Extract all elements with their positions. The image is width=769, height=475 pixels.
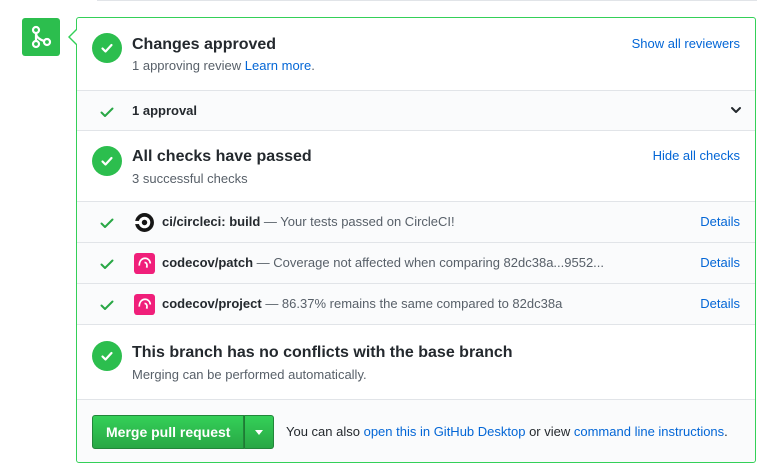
check-detail-text: — Coverage not affected when comparing 8… (253, 255, 605, 270)
checks-section: All checks have passed 3 successful chec… (77, 130, 755, 201)
chevron-down-icon[interactable] (729, 103, 743, 117)
triangle-down-icon (255, 429, 264, 435)
approvals-count: 1 approval (132, 103, 198, 118)
git-merge-badge (22, 18, 60, 56)
open-in-desktop-link[interactable]: open this in GitHub Desktop (364, 424, 526, 439)
check-description: ci/circleci: build — Your tests passed o… (162, 214, 455, 229)
merge-button-group: Merge pull request (92, 415, 275, 449)
git-merge-icon (31, 25, 52, 49)
check-row: codecov/project — 86.37% remains the sam… (77, 283, 755, 324)
hide-all-checks-link[interactable]: Hide all checks (653, 148, 740, 163)
show-all-reviewers-link[interactable]: Show all reviewers (632, 36, 740, 51)
circleci-icon (134, 213, 154, 232)
details-link[interactable]: Details (700, 214, 740, 229)
codecov-icon (134, 294, 155, 315)
details-link[interactable]: Details (700, 296, 740, 311)
checks-subtitle: 3 successful checks (132, 171, 248, 186)
codecov-icon (134, 253, 155, 274)
note-middle: or view (525, 424, 574, 439)
check-detail-text: — 86.37% remains the same compared to 82… (261, 296, 563, 311)
check-description: codecov/patch — Coverage not affected wh… (162, 255, 604, 270)
approved-subtitle-end: . (311, 58, 315, 73)
check-name: ci/circleci: build (162, 214, 261, 229)
merge-method-dropdown-button[interactable] (244, 415, 275, 449)
merge-alternatives-note: You can also open this in GitHub Desktop… (286, 424, 728, 439)
note-end: . (724, 424, 728, 439)
approval-section: Changes approved 1 approving review Lear… (77, 18, 755, 90)
approvals-row[interactable]: 1 approval (77, 90, 755, 130)
check-row: codecov/patch — Coverage not affected wh… (77, 242, 755, 283)
command-line-instructions-link[interactable]: command line instructions (574, 424, 724, 439)
merge-actions: Merge pull request You can also open thi… (77, 399, 755, 462)
check-icon (100, 300, 114, 310)
approved-check-icon (92, 33, 122, 63)
approved-subtitle-text: 1 approving review (132, 58, 242, 73)
conflicts-title: This branch has no conflicts with the ba… (132, 344, 513, 361)
approved-subtitle: 1 approving review Learn more. (132, 58, 315, 73)
check-row: ci/circleci: build — Your tests passed o… (77, 201, 755, 242)
learn-more-link[interactable]: Learn more (245, 58, 311, 73)
check-icon (100, 218, 114, 228)
conflicts-subtitle: Merging can be performed automatically. (132, 367, 367, 382)
check-icon (100, 107, 114, 117)
no-conflicts-check-icon (92, 341, 122, 371)
check-detail-text: — Your tests passed on CircleCI! (260, 214, 455, 229)
checks-passed-icon (92, 146, 122, 176)
conflicts-section: This branch has no conflicts with the ba… (77, 324, 755, 399)
check-description: codecov/project — 86.37% remains the sam… (162, 296, 562, 311)
merge-pull-request-button[interactable]: Merge pull request (92, 415, 245, 449)
note-prefix: You can also (286, 424, 364, 439)
details-link[interactable]: Details (700, 255, 740, 270)
check-icon (100, 259, 114, 269)
check-name: codecov/project (162, 296, 262, 311)
check-name: codecov/patch (162, 255, 254, 270)
approved-title: Changes approved (132, 36, 277, 53)
checks-title: All checks have passed (132, 148, 312, 165)
timeline-top-divider (97, 0, 757, 1)
merge-status-box: Changes approved 1 approving review Lear… (68, 17, 756, 463)
